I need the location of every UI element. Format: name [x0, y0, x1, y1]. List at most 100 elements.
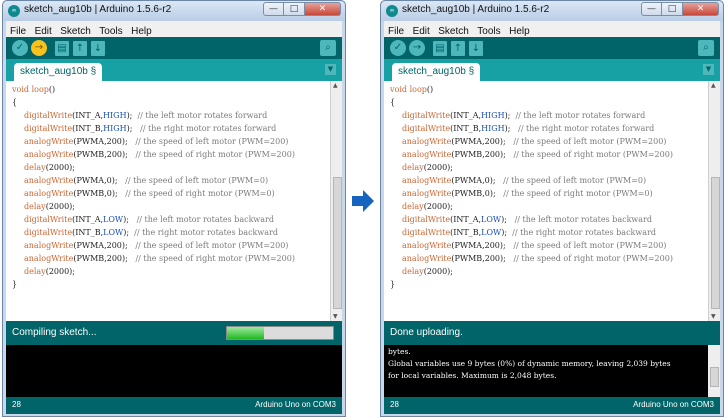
code-line: } [12, 278, 295, 291]
menu-edit[interactable]: Edit [413, 26, 430, 37]
menu-tools[interactable]: Tools [477, 26, 500, 37]
code-keyword: delay [402, 267, 424, 276]
code-area[interactable]: void loop(){digitalWrite(INT_A,HIGH); //… [12, 83, 295, 291]
save-icon[interactable]: ↓ [91, 41, 105, 56]
tab-bar: sketch_aug10b § ▼ [384, 59, 720, 81]
scroll-down-icon[interactable]: ▼ [333, 313, 338, 320]
code-keyword: analogWrite [24, 137, 74, 146]
open-icon[interactable]: ↑ [451, 41, 465, 56]
window-controls: — □ ✕ [263, 2, 341, 16]
code-line: digitalWrite(INT_A,LOW); // the left mot… [12, 213, 295, 226]
tab-menu-icon[interactable]: ▼ [325, 64, 336, 75]
verify-icon[interactable]: ✓ [390, 40, 406, 56]
code-editor[interactable]: void loop(){digitalWrite(INT_A,HIGH); //… [6, 81, 342, 321]
minimize-button[interactable]: — [641, 2, 662, 16]
scroll-down-icon[interactable]: ▼ [711, 313, 716, 320]
code-constant: LOW [481, 228, 502, 237]
code-line: digitalWrite(INT_A,HIGH); // the left mo… [390, 109, 673, 122]
console-output[interactable] [6, 345, 342, 397]
board-port-label: Arduino Uno on COM3 [255, 400, 336, 409]
code-comment: // the right motor rotates forward [518, 124, 655, 133]
save-icon[interactable]: ↓ [469, 41, 483, 56]
code-comment: // the left motor rotates backward [136, 215, 274, 224]
board-port-label: Arduino Uno on COM3 [633, 400, 714, 409]
maximize-button[interactable]: □ [284, 2, 305, 16]
close-button[interactable]: ✕ [305, 2, 341, 16]
maximize-button[interactable]: □ [662, 2, 683, 16]
code-line: analogWrite(PWMB,200); // the speed of r… [390, 252, 673, 265]
code-text: (PWMB,0); [451, 189, 504, 198]
menu-tools[interactable]: Tools [99, 26, 122, 37]
window-controls: — □ ✕ [641, 2, 719, 16]
menu-edit[interactable]: Edit [35, 26, 52, 37]
scroll-thumb[interactable] [711, 177, 720, 309]
code-line: digitalWrite(INT_B,LOW); // the right mo… [390, 226, 673, 239]
code-text: () [426, 85, 434, 94]
code-line: digitalWrite(INT_B,HIGH); // the right m… [12, 122, 295, 135]
scroll-up-icon[interactable]: ▲ [333, 82, 338, 89]
code-keyword: delay [24, 163, 46, 172]
menu-sketch[interactable]: Sketch [438, 26, 469, 37]
tab-sketch[interactable]: sketch_aug10b § [14, 63, 103, 81]
upload-icon[interactable]: → [31, 40, 47, 56]
code-text: (2000); [423, 163, 453, 172]
code-text: ); [501, 228, 513, 237]
menu-file[interactable]: File [388, 26, 404, 37]
window-title: sketch_aug10b | Arduino 1.5.6-r2 [24, 4, 172, 15]
code-text: (PWMA,200); [451, 241, 514, 250]
editor-scrollbar[interactable]: ▲ ▼ [330, 81, 342, 321]
title-bar: ∞ sketch_aug10b | Arduino 1.5.6-r2 — □ ✕ [3, 1, 345, 21]
code-line: { [390, 96, 673, 109]
code-line: analogWrite(PWMB,0); // the speed of rig… [390, 187, 673, 200]
menu-bar: File Edit Sketch Tools Help [384, 21, 720, 37]
new-icon[interactable]: ▤ [55, 41, 69, 56]
code-keyword: analogWrite [402, 241, 452, 250]
code-line: analogWrite(PWMA,200); // the speed of l… [12, 135, 295, 148]
menu-sketch[interactable]: Sketch [60, 26, 91, 37]
code-text: () [48, 85, 56, 94]
code-text: (PWMA,0); [73, 176, 126, 185]
code-text: (PWMA,0); [451, 176, 504, 185]
right-arrow-icon [352, 190, 374, 212]
console-line: Global variables use 9 bytes (0%) of dyn… [388, 359, 671, 368]
serial-monitor-icon[interactable]: ⌕ [698, 40, 714, 56]
editor-scrollbar[interactable]: ▲ ▼ [708, 81, 720, 321]
code-editor[interactable]: void loop() { digitalWrite(INT_A,HIGH); //… [384, 81, 720, 321]
upload-icon[interactable]: → [409, 40, 425, 56]
footer-bar: 28 Arduino Uno on COM3 [6, 397, 342, 414]
tab-bar: sketch_aug10b § ▼ [6, 59, 342, 81]
code-comment: // the right motor rotates backward [512, 228, 656, 237]
minimize-button[interactable]: — [263, 2, 284, 16]
code-keyword: analogWrite [402, 189, 452, 198]
menu-help[interactable]: Help [131, 26, 152, 37]
code-comment: // the speed of left motor (PWM=200) [135, 137, 289, 146]
close-button[interactable]: ✕ [683, 2, 719, 16]
tab-menu-icon[interactable]: ▼ [703, 64, 714, 75]
code-text: } [390, 280, 396, 289]
code-text: (PWMB,0); [73, 189, 126, 198]
scroll-thumb[interactable] [710, 367, 719, 387]
serial-monitor-icon[interactable]: ⌕ [320, 40, 336, 56]
code-text: { [390, 98, 396, 107]
code-line: delay(2000); [390, 265, 673, 278]
code-text: (PWMA,200); [73, 137, 136, 146]
tab-sketch[interactable]: sketch_aug10b § [392, 63, 481, 81]
code-constant: HIGH [103, 111, 127, 120]
code-line: digitalWrite(INT_B,HIGH); // the right m… [390, 122, 673, 135]
compile-progress-bar [226, 326, 334, 340]
scroll-up-icon[interactable]: ▲ [711, 82, 716, 89]
console-output[interactable]: bytes. Global variables use 9 bytes (0%) … [384, 345, 720, 397]
code-area[interactable]: void loop() { digitalWrite(INT_A,HIGH); //… [390, 83, 673, 291]
scroll-thumb[interactable] [333, 177, 342, 309]
menu-file[interactable]: File [10, 26, 26, 37]
menu-help[interactable]: Help [509, 26, 530, 37]
code-line: void loop() [390, 83, 673, 96]
toolbar: ✓ → ▤ ↑ ↓ ⌕ [6, 37, 342, 59]
console-scrollbar[interactable] [708, 345, 720, 397]
verify-icon[interactable]: ✓ [12, 40, 28, 56]
code-comment: // the right motor rotates forward [140, 124, 277, 133]
code-text: ); [501, 215, 515, 224]
code-comment: // the right motor rotates backward [134, 228, 278, 237]
open-icon[interactable]: ↑ [73, 41, 87, 56]
new-icon[interactable]: ▤ [433, 41, 447, 56]
